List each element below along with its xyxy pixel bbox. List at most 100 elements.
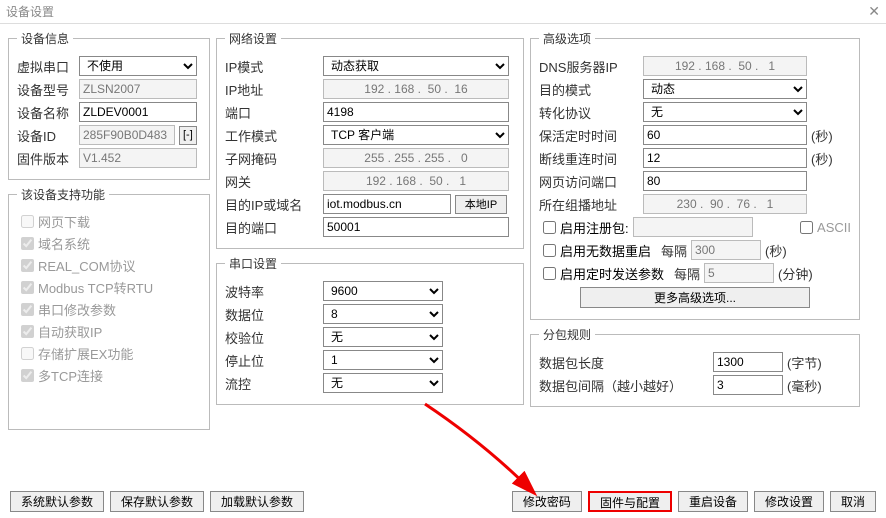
fw-field	[79, 148, 197, 168]
reboot-button[interactable]: 重启设备	[678, 491, 748, 512]
dest-port-field[interactable]	[323, 217, 509, 237]
packet-gap-field[interactable]	[713, 375, 783, 395]
cancel-button[interactable]: 取消	[830, 491, 876, 512]
features-group: 该设备支持功能 网页下载域名系统REAL_COM协议Modbus TCP转RTU…	[8, 186, 210, 430]
model-label: 设备型号	[17, 80, 75, 99]
seconds-unit-2: (秒)	[811, 149, 833, 168]
devname-field[interactable]	[79, 102, 197, 122]
databits-select[interactable]: 8	[323, 304, 443, 324]
keepalive-label: 保活定时时间	[539, 126, 639, 145]
packet-len-field[interactable]	[713, 352, 783, 372]
load-default-button[interactable]: 加载默认参数	[210, 491, 304, 512]
baud-select[interactable]: 9600	[323, 281, 443, 301]
virtual-com-select[interactable]: 不使用	[79, 56, 197, 76]
dns-field	[643, 56, 807, 76]
web-port-field[interactable]	[643, 171, 807, 191]
feature-item-7: 多TCP连接	[17, 366, 103, 385]
feature-item-6: 存储扩展EX功能	[17, 344, 133, 363]
packet-len-label: 数据包长度	[539, 353, 709, 372]
model-field	[79, 79, 197, 99]
enable-sched-checkbox[interactable]: 启用定时发送参数	[539, 264, 664, 283]
keepalive-field[interactable]	[643, 125, 807, 145]
subnet-label: 子网掩码	[225, 149, 319, 168]
apply-button[interactable]: 修改设置	[754, 491, 824, 512]
close-icon[interactable]: ✕	[868, 3, 880, 20]
serial-legend: 串口设置	[225, 255, 281, 272]
save-default-button[interactable]: 保存默认参数	[110, 491, 204, 512]
enable-reg-checkbox[interactable]: 启用注册包:	[539, 218, 629, 237]
gateway-field	[323, 171, 509, 191]
device-info-legend: 设备信息	[17, 30, 73, 47]
change-pwd-button[interactable]: 修改密码	[512, 491, 582, 512]
dest-ip-field[interactable]	[323, 194, 451, 214]
feature-label: 多TCP连接	[38, 366, 103, 385]
conv-proto-label: 转化协议	[539, 103, 639, 122]
stopbits-label: 停止位	[225, 351, 319, 370]
work-mode-label: 工作模式	[225, 126, 319, 145]
feature-checkbox	[21, 281, 34, 294]
ms-unit: (毫秒)	[787, 376, 822, 395]
feature-item-2: REAL_COM协议	[17, 256, 136, 275]
feature-item-0: 网页下载	[17, 212, 90, 231]
feature-item-4: 串口修改参数	[17, 300, 116, 319]
dns-label: DNS服务器IP	[539, 57, 639, 76]
seconds-unit-3: (秒)	[765, 241, 787, 260]
dest-port-label: 目的端口	[225, 218, 319, 237]
stopbits-select[interactable]: 1	[323, 350, 443, 370]
flow-label: 流控	[225, 374, 319, 393]
features-legend: 该设备支持功能	[17, 186, 109, 203]
network-group: 网络设置 IP模式 动态获取 IP地址 端口 工作模式 TCP 客户端 子网掩码…	[216, 30, 524, 249]
sys-default-button[interactable]: 系统默认参数	[10, 491, 104, 512]
firmware-config-button[interactable]: 固件与配置	[588, 491, 672, 512]
nodata-interval-field	[691, 240, 761, 260]
gateway-label: 网关	[225, 172, 319, 191]
seconds-unit-1: (秒)	[811, 126, 833, 145]
feature-item-1: 域名系统	[17, 234, 90, 253]
enable-nodata-checkbox[interactable]: 启用无数据重启	[539, 241, 651, 260]
every-label-1: 每隔	[661, 241, 687, 260]
port-label: 端口	[225, 103, 319, 122]
reconnect-label: 断线重连时间	[539, 149, 639, 168]
flow-select[interactable]: 无	[323, 373, 443, 393]
devid-toggle-button[interactable]: [-]	[179, 126, 197, 145]
feature-label: 自动获取IP	[38, 322, 102, 341]
every-label-2: 每隔	[674, 264, 700, 283]
minutes-unit: (分钟)	[778, 264, 813, 283]
window-title: 设备设置	[6, 3, 54, 20]
fw-label: 固件版本	[17, 149, 75, 168]
parity-select[interactable]: 无	[323, 327, 443, 347]
ip-addr-field	[323, 79, 509, 99]
feature-checkbox	[21, 347, 34, 360]
virtual-com-label: 虚拟串口	[17, 57, 75, 76]
ip-mode-select[interactable]: 动态获取	[323, 56, 509, 76]
port-field[interactable]	[323, 102, 509, 122]
local-ip-button[interactable]: 本地IP	[455, 195, 507, 214]
dest-mode-label: 目的模式	[539, 80, 639, 99]
ip-mode-label: IP模式	[225, 57, 319, 76]
feature-checkbox	[21, 237, 34, 250]
feature-checkbox	[21, 215, 34, 228]
conv-proto-select[interactable]: 无	[643, 102, 807, 122]
work-mode-select[interactable]: TCP 客户端	[323, 125, 509, 145]
advanced-legend: 高级选项	[539, 30, 595, 47]
dest-ip-label: 目的IP或域名	[225, 195, 319, 214]
devid-field	[79, 125, 175, 145]
sched-interval-field	[704, 263, 774, 283]
dest-mode-select[interactable]: 动态	[643, 79, 807, 99]
ip-addr-label: IP地址	[225, 80, 319, 99]
feature-label: 串口修改参数	[38, 300, 116, 319]
reg-field	[633, 217, 753, 237]
network-legend: 网络设置	[225, 30, 281, 47]
feature-item-5: 自动获取IP	[17, 322, 102, 341]
ascii-checkbox[interactable]: ASCII	[796, 218, 851, 237]
feature-label: 存储扩展EX功能	[38, 344, 133, 363]
packet-legend: 分包规则	[539, 326, 595, 343]
bytes-unit: (字节)	[787, 353, 822, 372]
more-advanced-button[interactable]: 更多高级选项...	[580, 287, 810, 308]
multicast-field	[643, 194, 807, 214]
feature-checkbox	[21, 369, 34, 382]
feature-checkbox	[21, 259, 34, 272]
feature-checkbox	[21, 303, 34, 316]
multicast-label: 所在组播地址	[539, 195, 639, 214]
reconnect-field[interactable]	[643, 148, 807, 168]
